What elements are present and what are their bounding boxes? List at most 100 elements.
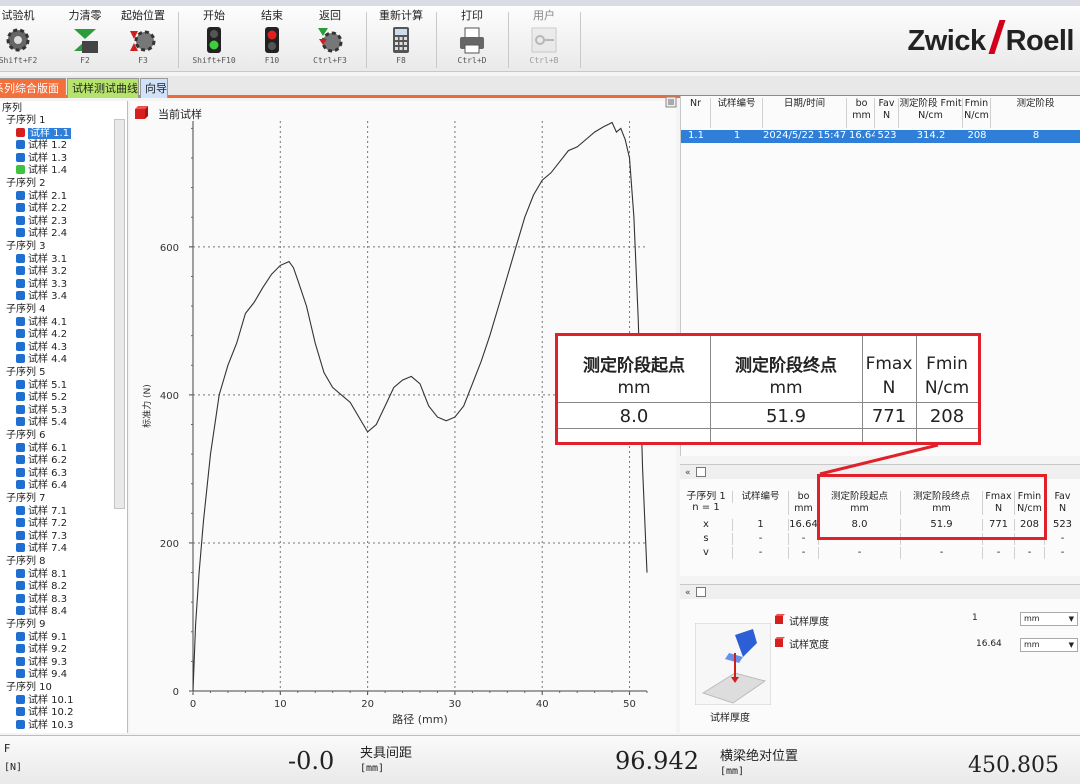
tree-group[interactable]: 子序列 5	[6, 367, 46, 379]
recalculate-button[interactable]: 重新计算 F8	[369, 6, 433, 72]
width-value[interactable]: 16.64	[976, 639, 1002, 649]
tree-item-specimen[interactable]: 试样 4.3	[16, 341, 67, 354]
force-zero-button[interactable]: 力清零 F2	[53, 6, 117, 72]
return-button[interactable]: 返回 Ctrl+F3	[298, 6, 362, 72]
tree-item-label: 试样 2.2	[28, 203, 68, 215]
tab-wizard[interactable]: 向导	[140, 78, 168, 98]
tree-item-specimen[interactable]: 试样 3.1	[16, 253, 67, 266]
tree-item-specimen[interactable]: 试样 9.1	[16, 631, 67, 644]
tree-item-specimen[interactable]: 试样 2.3	[16, 215, 68, 228]
toolbar-separator	[580, 12, 581, 68]
svg-text:«: «	[685, 588, 691, 597]
panel-checkbox-icon[interactable]	[696, 467, 706, 477]
tree-item-specimen[interactable]: 试样 2.4	[16, 228, 67, 240]
thickness-unit: mm	[1024, 614, 1040, 623]
specimen-thickness-illustration	[695, 623, 771, 705]
tree-item-label: 试样 10.3	[28, 719, 74, 731]
width-label: 试样宽度	[789, 640, 829, 651]
tree-item-specimen[interactable]: 试样 7.1	[16, 505, 67, 518]
table-settings-icon[interactable]	[665, 96, 677, 108]
results-table-row[interactable]: 1.1 1 2024/5/22 15:47:5116.64523 314.2 208 8	[681, 130, 1080, 143]
tree-item-specimen[interactable]: 试样 10.2	[16, 707, 73, 719]
tree-item-specimen[interactable]: 试样 1.2	[16, 140, 67, 152]
start-position-button[interactable]: 起始位置 F3	[111, 6, 175, 72]
tree-item-label: 试样 8.2	[28, 581, 68, 593]
machine-button[interactable]: 试验机 Shift+F2	[0, 6, 50, 72]
print-button[interactable]: 打印 Ctrl+D	[440, 6, 504, 72]
tree-item-specimen[interactable]: 试样 2.1	[16, 190, 67, 203]
tree-item-specimen[interactable]: 试样 8.3	[16, 593, 67, 606]
tree-item-specimen[interactable]: 试样 4.1	[16, 316, 67, 329]
force-zero-icon	[74, 29, 98, 53]
tree-group[interactable]: 子序列 8	[6, 556, 46, 568]
tab-series-overview[interactable]: 系列综合版面	[0, 78, 66, 98]
stats-row-label: s	[703, 533, 709, 544]
tree-item-specimen[interactable]: 试样 3.2	[16, 266, 67, 278]
tree-item-specimen[interactable]: 试样 8.2	[16, 581, 67, 593]
tree-item-specimen[interactable]: 试样 4.4	[16, 354, 67, 366]
stats-cell: 1	[732, 519, 788, 531]
tree-group[interactable]: 子序列 10	[6, 682, 52, 694]
user-button[interactable]: 用户 Ctrl+B	[512, 6, 576, 72]
tree-item-specimen[interactable]: 试样 4.2	[16, 329, 67, 341]
specimen-cube-icon	[16, 719, 25, 729]
tree-item-specimen[interactable]: 试样 7.2	[16, 518, 67, 530]
tree-item-specimen[interactable]: 试样 1.3	[16, 152, 67, 165]
x-tick-label: 40	[536, 699, 549, 710]
specimen-cube-icon	[16, 593, 25, 603]
tree-item-specimen[interactable]: 试样 8.4	[16, 606, 67, 618]
tree-item-specimen[interactable]: 试样 1.4	[16, 165, 67, 177]
specimen-panel-header	[680, 585, 1080, 599]
tree-item-specimen[interactable]: 试样 5.3	[16, 404, 68, 417]
tree-item-label: 试样 6.1	[28, 442, 68, 454]
tree-item-specimen[interactable]: 试样 5.4	[16, 417, 67, 429]
tree-group[interactable]: 子序列 7	[6, 493, 46, 505]
tree-item-specimen[interactable]: 试样 2.2	[16, 203, 67, 215]
specimen-cube-icon	[16, 417, 25, 427]
tree-item-specimen[interactable]: 试样 10.3	[16, 719, 74, 732]
tree-item-specimen[interactable]: 试样 9.4	[16, 669, 67, 681]
tree-group[interactable]: 子序列 3	[6, 241, 46, 253]
thickness-unit-select[interactable]: mm ▼	[1020, 612, 1078, 626]
tree-group[interactable]: 子序列 9	[6, 619, 46, 631]
status-bar: F [N] -0.0 夹具间距 [mm] 96.942 横梁绝对位置 [mm] …	[0, 735, 1080, 784]
start-button[interactable]: 开始 Shift+F10	[182, 6, 246, 72]
tree-item-specimen[interactable]: 试样 7.3	[16, 530, 67, 543]
tree-group[interactable]: 子序列 1	[6, 115, 46, 127]
tree-item-specimen[interactable]: 试样 6.3	[16, 467, 67, 480]
stats-cell: 523	[1044, 519, 1080, 531]
width-unit-select[interactable]: mm ▼	[1020, 638, 1078, 652]
tree-group[interactable]: 子序列 6	[6, 430, 46, 442]
stats-header-cell: Fav	[1044, 491, 1080, 503]
tree-item-specimen[interactable]: 试样 5.2	[16, 392, 67, 404]
tab-specimen-curve[interactable]: 试样测试曲线	[67, 78, 139, 98]
tree-scrollbar[interactable]	[114, 119, 125, 509]
tree-item-specimen[interactable]: 试样 6.4	[16, 480, 67, 492]
tree-item-specimen[interactable]: 试样 6.2	[16, 455, 67, 467]
tree-group[interactable]: 子序列 4	[6, 304, 46, 316]
tree-item-specimen[interactable]: 试样 3.4	[16, 291, 67, 303]
tree-group[interactable]: 子序列 2	[6, 178, 46, 190]
tree-item-specimen[interactable]: 试样 9.2	[16, 644, 67, 656]
recalculate-button-label: 重新计算	[379, 9, 423, 22]
tree-item-specimen[interactable]: 试样 5.1	[16, 379, 67, 392]
tree-item-specimen[interactable]: 试样 3.3	[16, 278, 67, 291]
collapse-icon[interactable]: «	[684, 467, 694, 477]
tree-item-label: 试样 5.3	[28, 404, 68, 416]
stop-button[interactable]: 结束 F10	[240, 6, 304, 72]
tree-item-specimen[interactable]: 试样 1.1	[16, 127, 72, 140]
tree-item-specimen[interactable]: 试样 9.3	[16, 656, 67, 669]
tree-item-label: 试样 2.3	[28, 215, 68, 227]
tree-item-specimen[interactable]: 试样 7.4	[16, 543, 67, 555]
tree-root[interactable]: 序列	[2, 103, 22, 115]
tree-item-specimen[interactable]: 试样 10.1	[16, 694, 73, 707]
thickness-value[interactable]: 1	[972, 613, 978, 623]
tree-item-specimen[interactable]: 试样 8.1	[16, 568, 67, 581]
results-table-header-cell: bo mm	[849, 98, 875, 128]
collapse-icon[interactable]: «	[684, 587, 694, 597]
tree-item-specimen[interactable]: 试样 6.1	[16, 442, 68, 455]
panel-checkbox-icon[interactable]	[696, 587, 706, 597]
toolbar-separator	[436, 12, 437, 68]
crosshead-position-unit: [mm]	[720, 766, 745, 777]
results-table-cell: 8	[1032, 130, 1040, 141]
